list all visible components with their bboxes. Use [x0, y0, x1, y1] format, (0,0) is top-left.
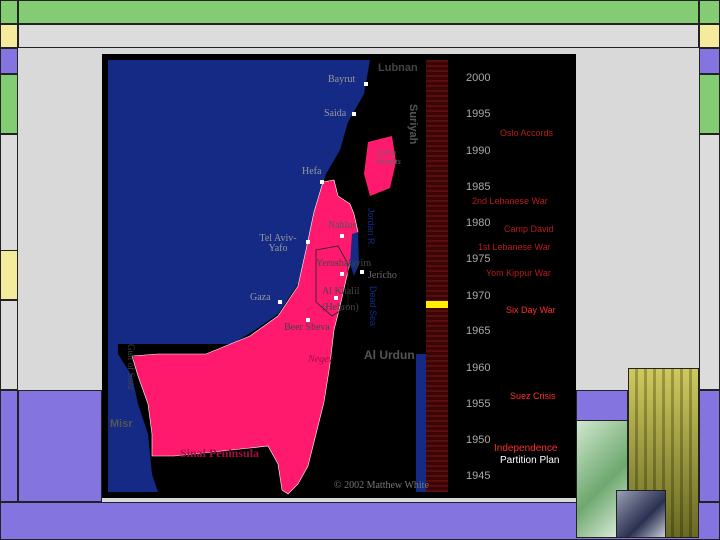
deco-block	[0, 300, 18, 390]
year-label: 1950	[466, 434, 491, 446]
saida-label: Saida	[324, 108, 347, 119]
event-2nd-lebanese-war: 2nd Lebanese War	[472, 196, 548, 206]
event-independence: Independence	[494, 443, 558, 454]
beersheva-marker	[306, 318, 310, 322]
event-camp-david: Camp David	[504, 224, 554, 234]
year-label: 1990	[466, 145, 491, 157]
year-label: 1965	[466, 325, 491, 337]
deco-block	[699, 134, 720, 390]
bayrut-label: Bayrut	[328, 74, 356, 85]
gaza-marker	[278, 300, 282, 304]
jordan-river-label: Jordan R.	[366, 208, 376, 247]
deco-block	[699, 48, 720, 74]
tel-aviv-marker	[306, 240, 310, 244]
jericho-marker	[360, 270, 364, 274]
deco-block	[18, 0, 699, 24]
deco-block	[0, 250, 18, 300]
year-label: 1955	[466, 398, 491, 410]
deco-block	[18, 390, 102, 502]
deco-block	[0, 24, 18, 48]
deco-block	[699, 0, 720, 24]
nablus-marker	[340, 234, 344, 238]
saida-marker	[352, 112, 356, 116]
al-khalil-marker	[334, 296, 338, 300]
hefa-label: Hefa	[302, 166, 322, 177]
year-label: 1970	[466, 290, 491, 302]
negev-label: Negev	[308, 354, 333, 365]
deco-block	[0, 48, 18, 74]
deco-block	[0, 390, 18, 502]
timeline-bar	[426, 60, 448, 492]
event-six-day-war: Six Day War	[506, 305, 556, 315]
event-suez-crisis: Suez Crisis	[510, 391, 556, 401]
year-label: 2000	[466, 72, 491, 84]
bayrut-marker	[364, 82, 368, 86]
year-label: 1960	[466, 362, 491, 374]
gaza-label: Gaza	[250, 292, 271, 303]
event-yom-kippur-war: Yom Kippur War	[486, 268, 551, 278]
sinai-label: Sinai Peninsula	[180, 446, 260, 460]
deco-block	[699, 74, 720, 134]
lubnan-label: Lubnan	[378, 62, 418, 74]
deco-block	[18, 24, 699, 48]
nablus-label: Nablus	[328, 220, 357, 231]
jericho-label: Jericho	[368, 270, 397, 281]
deco-block	[0, 74, 18, 134]
deco-image-photo	[616, 490, 666, 538]
hefa-marker	[320, 180, 324, 184]
event-oslo-accords: Oslo Accords	[500, 128, 554, 138]
misr-label: Misr	[110, 418, 133, 430]
year-label: 1980	[466, 217, 491, 229]
al-khalil-label: Al Khalil (Hebron)	[322, 286, 360, 313]
event-partition-plan: Partition Plan	[500, 455, 560, 466]
beersheva-label: Beer Sheva	[284, 322, 330, 333]
deco-block	[0, 0, 18, 24]
map-frame: Jordan R. Dead Sea Gulf of Suez Suriyah …	[102, 54, 576, 498]
gulf-suez-label: Gulf of Suez	[126, 344, 136, 390]
deco-block	[699, 24, 720, 48]
jerusalem-label: Yerushalayim	[316, 258, 372, 269]
timeline-current-marker	[426, 301, 448, 308]
dead-sea-label: Dead Sea	[368, 286, 378, 326]
event-1st-lebanese-war: 1st Lebanese War	[478, 242, 551, 252]
deco-block	[699, 390, 720, 502]
year-label: 1985	[466, 181, 491, 193]
jerusalem-marker	[340, 272, 344, 276]
tel-aviv-label: Tel Aviv-Yafo	[259, 233, 297, 254]
golan-label: Golan Heights	[376, 148, 401, 166]
year-label: 1945	[466, 470, 491, 482]
copyright-label: © 2002 Matthew White	[334, 480, 429, 491]
al-urdun-label: Al Urdun	[364, 348, 415, 362]
suriyah-label: Suriyah	[407, 104, 419, 145]
year-label: 1975	[466, 253, 491, 265]
year-label: 1995	[466, 108, 491, 120]
